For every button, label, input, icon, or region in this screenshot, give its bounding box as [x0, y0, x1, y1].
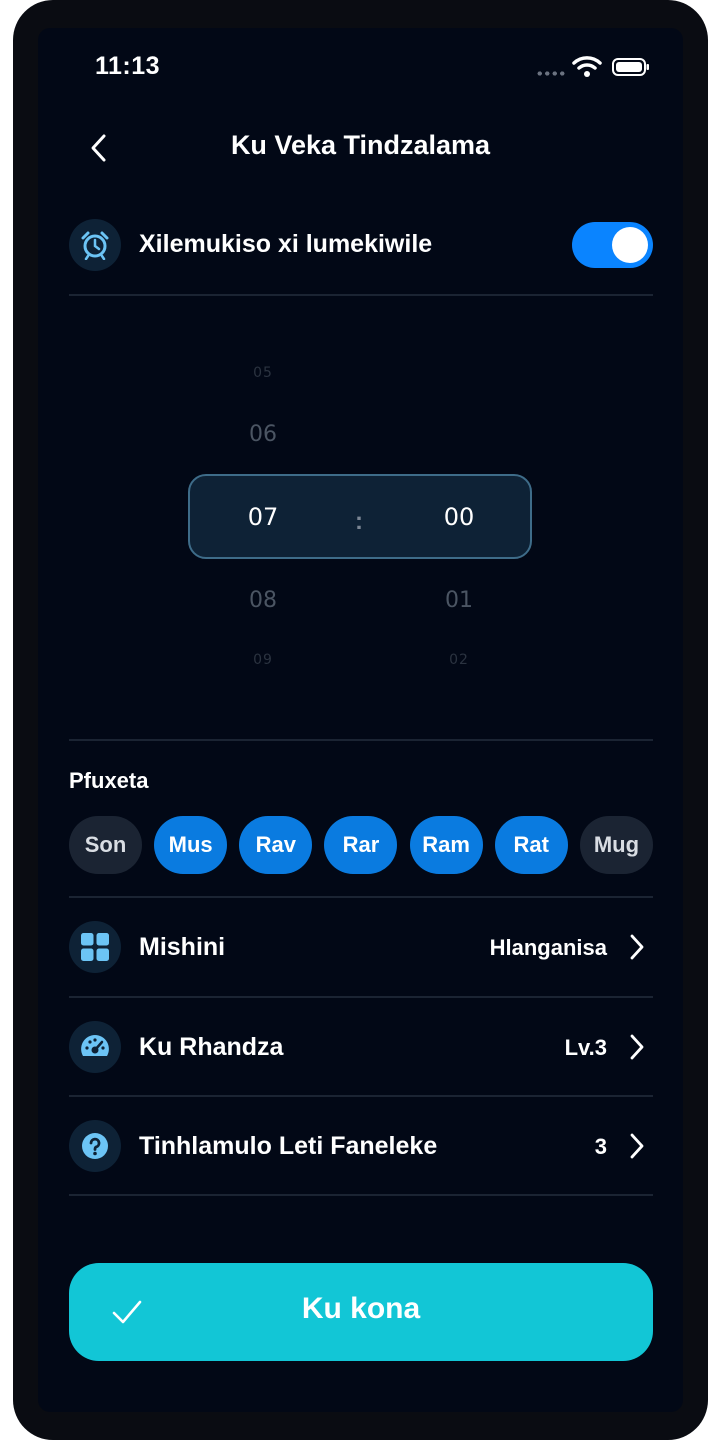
- chevron-right-icon: [630, 1034, 644, 1060]
- day-chip-tuesday[interactable]: Rav: [239, 816, 313, 874]
- hour-option[interactable]: 05: [213, 365, 313, 381]
- confirm-button[interactable]: Ku kona: [69, 1263, 653, 1361]
- battery-icon: [612, 58, 649, 76]
- chevron-right-icon: [630, 1133, 644, 1159]
- settings-row-value: 3: [594, 1134, 607, 1159]
- settings-row-label: Mishini: [139, 933, 226, 961]
- divider: [69, 739, 653, 741]
- selected-minute[interactable]: 00: [409, 503, 509, 531]
- minute-option[interactable]: 01: [409, 588, 509, 613]
- hour-option[interactable]: 08: [213, 588, 313, 613]
- divider: [69, 996, 653, 998]
- settings-row-label: Tinhlamulo Leti Faneleke: [139, 1132, 438, 1160]
- divider: [69, 896, 653, 898]
- day-chip-wednesday[interactable]: Rar: [324, 816, 398, 874]
- grid-icon: [69, 921, 121, 973]
- day-chip-saturday[interactable]: Mug: [579, 816, 653, 874]
- day-chip-friday[interactable]: Rat: [494, 816, 568, 874]
- time-separator: :: [355, 508, 363, 535]
- status-time: 11:13: [95, 52, 161, 80]
- alarm-toggle[interactable]: [572, 222, 653, 268]
- repeat-days: Son Mus Rav Rar Ram Rat Mug: [69, 816, 653, 874]
- chevron-right-icon: [630, 934, 644, 960]
- settings-row-value: Lv.3: [564, 1035, 607, 1060]
- alarm-clock-icon: [69, 219, 121, 271]
- screen: 11:13 Ku Veka Tindzalama Xilemukiso xi l…: [38, 28, 683, 1412]
- day-chip-monday[interactable]: Mus: [154, 816, 228, 874]
- wifi-icon: [572, 56, 602, 77]
- settings-row-label: Ku Rhandza: [139, 1033, 284, 1061]
- hour-option[interactable]: 06: [213, 422, 313, 447]
- day-chip-sunday[interactable]: Son: [69, 816, 142, 874]
- device-frame: 11:13 Ku Veka Tindzalama Xilemukiso xi l…: [13, 0, 708, 1440]
- settings-row-mission[interactable]: Mishini Hlanganisa: [69, 921, 653, 973]
- divider: [69, 294, 653, 296]
- page-title: Ku Veka Tindzalama: [230, 130, 491, 160]
- signal-icon: [536, 71, 566, 76]
- settings-row-sensitivity[interactable]: Ku Rhandza Lv.3: [69, 1021, 653, 1073]
- selected-hour[interactable]: 07: [213, 503, 313, 531]
- minute-option[interactable]: 02: [409, 652, 509, 668]
- toggle-knob: [612, 227, 648, 263]
- gauge-icon: [69, 1021, 121, 1073]
- hour-option[interactable]: 09: [213, 652, 313, 668]
- settings-row-answers[interactable]: Tinhlamulo Leti Faneleke 3: [69, 1120, 653, 1172]
- divider: [69, 1095, 653, 1097]
- divider: [69, 1194, 653, 1196]
- confirm-button-label: Ku kona: [301, 1292, 421, 1325]
- question-icon: [69, 1120, 121, 1172]
- alarm-enabled-label: Xilemukiso xi lumekiwile: [139, 230, 433, 258]
- repeat-label: Pfuxeta: [69, 768, 149, 793]
- settings-row-value: Hlanganisa: [489, 935, 607, 960]
- day-chip-thursday[interactable]: Ram: [409, 816, 483, 874]
